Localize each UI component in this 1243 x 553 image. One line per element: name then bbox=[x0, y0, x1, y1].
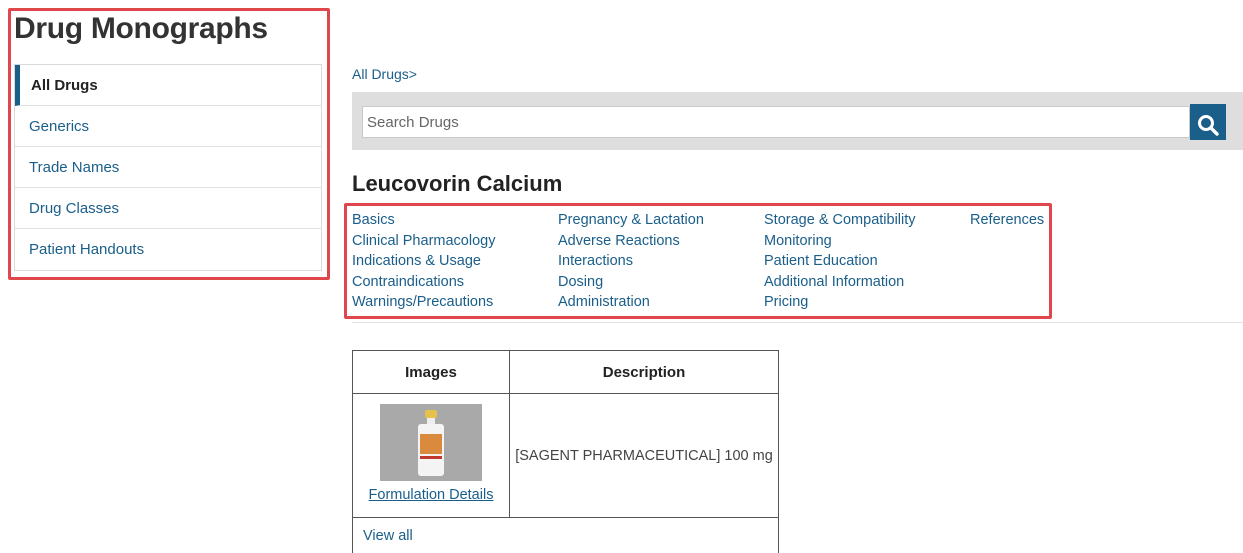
section-link-warnings-precautions[interactable]: Warnings/Precautions bbox=[352, 292, 558, 313]
section-link-indications-usage[interactable]: Indications & Usage bbox=[352, 251, 558, 272]
divider bbox=[352, 322, 1243, 323]
section-column: Basics Clinical Pharmacology Indications… bbox=[352, 210, 558, 313]
search-icon bbox=[1198, 115, 1219, 136]
section-link-additional-information[interactable]: Additional Information bbox=[764, 272, 970, 293]
section-link-storage-compatibility[interactable]: Storage & Compatibility bbox=[764, 210, 970, 231]
sidebar-nav: All Drugs Generics Trade Names Drug Clas… bbox=[14, 64, 322, 271]
drug-title: Leucovorin Calcium bbox=[352, 171, 563, 196]
section-link-dosing[interactable]: Dosing bbox=[558, 272, 764, 293]
sidebar-item-drug-classes[interactable]: Drug Classes bbox=[15, 188, 321, 229]
search-bar bbox=[352, 92, 1243, 150]
drug-vial-image[interactable] bbox=[380, 404, 482, 481]
table-header-row: Images Description bbox=[352, 350, 779, 394]
page-title: Drug Monographs bbox=[14, 12, 268, 45]
images-table: Images Description Formulation Details [… bbox=[352, 350, 779, 553]
sidebar-item-trade-names[interactable]: Trade Names bbox=[15, 147, 321, 188]
section-link-clinical-pharmacology[interactable]: Clinical Pharmacology bbox=[352, 231, 558, 252]
sidebar-item-generics[interactable]: Generics bbox=[15, 106, 321, 147]
sidebar-item-all-drugs[interactable]: All Drugs bbox=[15, 65, 321, 106]
search-button[interactable] bbox=[1190, 104, 1226, 140]
section-link-patient-education[interactable]: Patient Education bbox=[764, 251, 970, 272]
section-column: References bbox=[970, 210, 1060, 313]
column-header-images: Images bbox=[352, 350, 510, 394]
description-cell: [SAGENT PHARMACEUTICAL] 100 mg bbox=[509, 393, 779, 518]
table-row: View all bbox=[352, 517, 779, 553]
section-link-references[interactable]: References bbox=[970, 210, 1060, 231]
section-column: Pregnancy & Lactation Adverse Reactions … bbox=[558, 210, 764, 313]
column-header-description: Description bbox=[509, 350, 779, 394]
search-input[interactable] bbox=[362, 106, 1190, 138]
section-links: Basics Clinical Pharmacology Indications… bbox=[352, 210, 1060, 313]
sidebar-item-patient-handouts[interactable]: Patient Handouts bbox=[15, 229, 321, 270]
section-column: Storage & Compatibility Monitoring Patie… bbox=[764, 210, 970, 313]
section-link-basics[interactable]: Basics bbox=[352, 210, 558, 231]
section-link-pregnancy-lactation[interactable]: Pregnancy & Lactation bbox=[558, 210, 764, 231]
vial-icon bbox=[418, 410, 444, 476]
view-all-link[interactable]: View all bbox=[352, 517, 779, 553]
section-link-adverse-reactions[interactable]: Adverse Reactions bbox=[558, 231, 764, 252]
formulation-details-link[interactable]: Formulation Details bbox=[353, 487, 509, 503]
section-link-administration[interactable]: Administration bbox=[558, 292, 764, 313]
section-link-interactions[interactable]: Interactions bbox=[558, 251, 764, 272]
breadcrumb[interactable]: All Drugs> bbox=[352, 66, 417, 82]
section-link-monitoring[interactable]: Monitoring bbox=[764, 231, 970, 252]
table-row: Formulation Details [SAGENT PHARMACEUTIC… bbox=[352, 393, 779, 518]
section-link-contraindications[interactable]: Contraindications bbox=[352, 272, 558, 293]
image-cell: Formulation Details bbox=[352, 393, 510, 518]
section-link-pricing[interactable]: Pricing bbox=[764, 292, 970, 313]
